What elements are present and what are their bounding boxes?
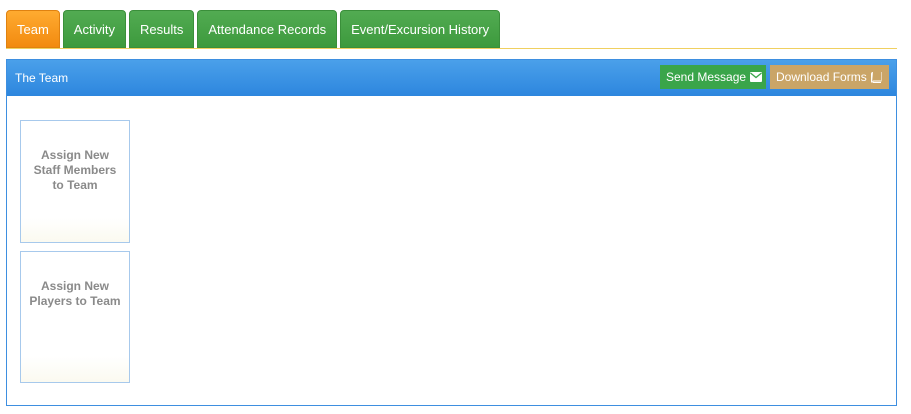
tab-underline <box>6 48 897 49</box>
assign-staff-label: Assign New Staff Members to Team <box>33 148 117 192</box>
tab-activity[interactable]: Activity <box>62 10 126 48</box>
assign-players-label: Assign New Players to Team <box>29 279 121 308</box>
tab-results[interactable]: Results <box>128 10 195 48</box>
assign-staff-tile[interactable]: Assign New Staff Members to Team <box>20 120 130 243</box>
tab-bar: Team Activity Results Attendance Records… <box>6 10 501 48</box>
panel-title: The Team <box>15 71 69 85</box>
send-message-button[interactable]: Send Message <box>660 65 766 89</box>
book-icon <box>870 71 882 83</box>
tab-attendance-records[interactable]: Attendance Records <box>197 10 338 48</box>
panel-header: The Team Send Message Download Forms <box>7 60 896 96</box>
download-forms-button[interactable]: Download Forms <box>770 65 889 89</box>
envelope-icon <box>750 72 763 82</box>
tab-team[interactable]: Team <box>6 10 60 48</box>
download-forms-label: Download Forms <box>776 70 867 84</box>
assign-players-tile[interactable]: Assign New Players to Team <box>20 251 130 383</box>
team-panel: The Team Send Message Download Forms Ass… <box>6 59 897 406</box>
tab-event-excursion-history[interactable]: Event/Excursion History <box>340 10 501 48</box>
send-message-label: Send Message <box>666 70 747 84</box>
